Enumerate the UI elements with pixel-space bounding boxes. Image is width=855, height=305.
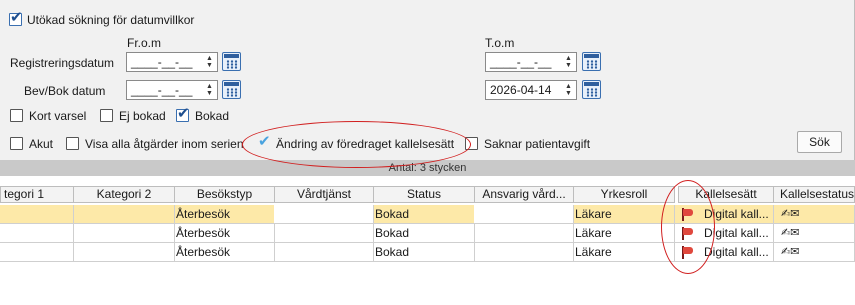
visa-alla-label: Visa alla åtgärder inom serien — [85, 137, 244, 151]
cell-ansvarig — [474, 224, 574, 243]
registration-date-to-value: ____-__-__ — [490, 55, 552, 69]
saknar-label: Saknar patientavgift — [484, 137, 591, 151]
spinner-icon[interactable]: ▲ ▼ — [565, 83, 572, 97]
cell-yrkesroll: Läkare — [573, 243, 675, 262]
cell-vardtjanst — [274, 205, 374, 224]
cell-status: Bokad — [373, 205, 475, 224]
booking-date-to-field[interactable]: 2026-04-14 ▲ ▼ — [485, 80, 577, 100]
registration-date-to-field[interactable]: ____-__-__ ▲ ▼ — [485, 52, 577, 72]
booking-date-from-field[interactable]: ____-__-__ ▲ ▼ — [126, 80, 218, 100]
cell-status: Bokad — [373, 243, 475, 262]
annotation-circle — [242, 121, 471, 168]
cell-kategori1 — [0, 243, 74, 262]
spinner-icon[interactable]: ▲ ▼ — [206, 55, 213, 69]
kort-varsel-checkbox[interactable] — [10, 109, 23, 122]
cell-kategori2 — [73, 224, 175, 243]
extended-search-label: Utökad sökning för datumvillkor — [27, 13, 195, 27]
booking-date-label: Bev/Bok datum — [24, 84, 106, 98]
column-header-kallelsestatus[interactable]: Kallelsestatus — [773, 186, 855, 203]
akut-label: Akut — [29, 137, 54, 151]
column-header-vardtjanst[interactable]: Vårdtjänst — [274, 186, 374, 203]
visa-alla-checkbox[interactable] — [66, 137, 79, 150]
column-header-ansvarig[interactable]: Ansvarig vård... — [474, 186, 574, 203]
booking-date-to-value: 2026-04-14 — [490, 83, 552, 97]
bokad-label: Bokad — [195, 109, 230, 123]
table-row[interactable]: Återbesök Bokad Läkare Digital kall... ✍… — [0, 243, 855, 262]
table-row[interactable]: Återbesök Bokad Läkare Digital kall... ✍… — [0, 224, 855, 243]
spinner-icon[interactable]: ▲ ▼ — [206, 83, 213, 97]
column-header-yrkesroll[interactable]: Yrkesroll — [573, 186, 675, 203]
column-header-kategori2[interactable]: Kategori 2 — [73, 186, 175, 203]
cell-vardtjanst — [274, 224, 374, 243]
cell-kategori1 — [0, 205, 74, 224]
registration-date-from-value: ____-__-__ — [131, 55, 193, 69]
check-icon: ✔ — [10, 8, 23, 26]
to-header: T.o.m — [485, 36, 515, 50]
akut-checkbox[interactable] — [10, 137, 23, 150]
booking-date-from-value: ____-__-__ — [131, 83, 193, 97]
annotation-ellipse — [661, 180, 715, 274]
registration-date-from-field[interactable]: ____-__-__ ▲ ▼ — [126, 52, 218, 72]
check-icon: ✔ — [177, 104, 190, 122]
bokad-checkbox[interactable]: ✔ — [176, 104, 190, 122]
cell-vardtjanst — [274, 243, 374, 262]
registration-date-label: Registreringsdatum — [10, 56, 115, 70]
hand-envelope-icon: ✍✉ — [773, 205, 855, 224]
cell-status: Bokad — [373, 224, 475, 243]
cell-yrkesroll: Läkare — [573, 224, 675, 243]
search-button[interactable]: Sök — [797, 131, 842, 153]
table-row[interactable]: Återbesök Bokad Läkare Digital kall... ✍… — [0, 205, 855, 224]
cell-kategori1 — [0, 224, 74, 243]
spinner-icon[interactable]: ▲ ▼ — [565, 55, 572, 69]
column-header-status[interactable]: Status — [373, 186, 475, 203]
cell-besokstyp: Återbesök — [174, 224, 275, 243]
hand-envelope-icon: ✍✉ — [773, 243, 855, 262]
calendar-icon[interactable] — [222, 80, 241, 99]
kort-varsel-label: Kort varsel — [29, 109, 87, 123]
calendar-icon[interactable] — [582, 80, 601, 99]
calendar-icon[interactable] — [222, 52, 241, 71]
ej-bokad-checkbox[interactable] — [100, 109, 113, 122]
column-header-besokstyp[interactable]: Besökstyp — [174, 186, 275, 203]
cell-ansvarig — [474, 243, 574, 262]
cell-kategori2 — [73, 243, 175, 262]
ej-bokad-label: Ej bokad — [119, 109, 166, 123]
extended-search-checkbox[interactable]: ✔ — [9, 8, 23, 26]
cell-ansvarig — [474, 205, 574, 224]
cell-besokstyp: Återbesök — [174, 243, 275, 262]
kallelsesatt-text: Digital kall... — [704, 245, 769, 259]
from-header: Fr.o.m — [127, 36, 162, 50]
calendar-icon[interactable] — [582, 52, 601, 71]
hand-envelope-icon: ✍✉ — [773, 224, 855, 243]
cell-kategori2 — [73, 205, 175, 224]
column-header-kategori1[interactable]: tegori 1 — [0, 186, 74, 203]
cell-yrkesroll: Läkare — [573, 205, 675, 224]
cell-besokstyp: Återbesök — [174, 205, 275, 224]
